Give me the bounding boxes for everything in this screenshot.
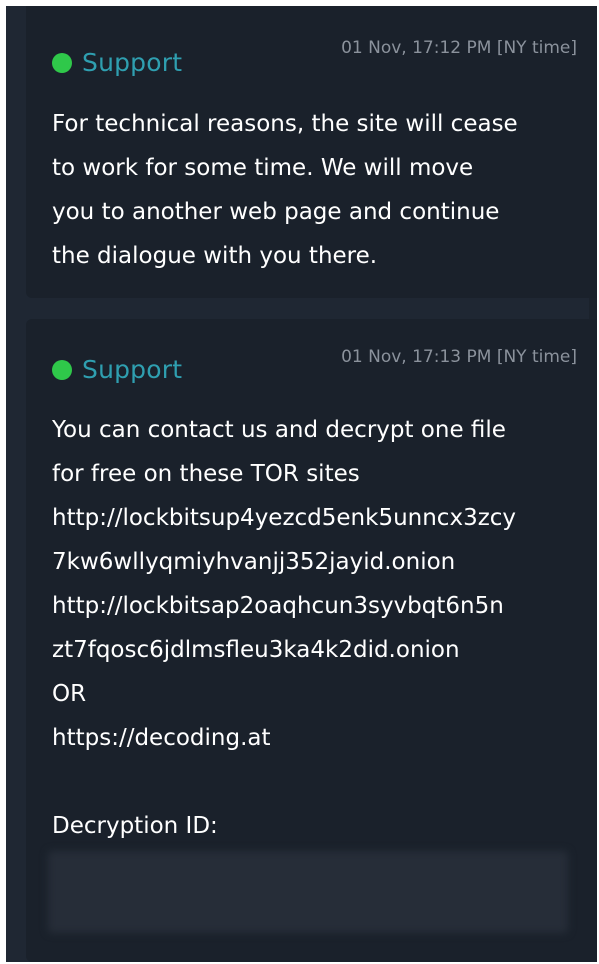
message-timestamp: 01 Nov, 17:13 PM [NY time] (341, 347, 577, 367)
tor-link-line[interactable]: zt7fqosc6jdlmsfleu3ka4k2did.onion (52, 628, 577, 672)
chat-window: Support 01 Nov, 17:12 PM [NY time] For t… (6, 6, 597, 962)
decryption-id-label: Decryption ID: (52, 813, 218, 839)
message-timestamp: 01 Nov, 17:12 PM [NY time] (341, 38, 577, 58)
message-line: OR (52, 681, 87, 707)
message-sender: Support (52, 48, 182, 77)
tor-link-line[interactable]: 7kw6wllyqmiyhvanjj352jayid.onion (52, 540, 577, 584)
message-line: to work for some time. We will move (52, 155, 474, 181)
message-line: you to another web page and continue (52, 199, 500, 225)
redacted-decryption-id (48, 851, 568, 933)
message-line: You can contact us and decrypt one file (52, 417, 506, 443)
tor-link-line[interactable]: http://lockbitsap2oaqhcun3syvbqt6n5n (52, 584, 577, 628)
web-link-line[interactable]: https://decoding.at (52, 716, 577, 760)
online-dot-icon (52, 52, 72, 73)
message-bubble: Support 01 Nov, 17:13 PM [NY time] You c… (26, 319, 597, 962)
online-dot-icon (52, 359, 72, 380)
message-line: For technical reasons, the site will cea… (52, 111, 518, 137)
message-text: You can contact us and decrypt one file … (52, 408, 577, 848)
message-sender: Support (52, 355, 182, 384)
message-text: For technical reasons, the site will cea… (52, 102, 572, 278)
sender-name: Support (82, 355, 183, 384)
sender-name: Support (82, 48, 183, 77)
tor-link-line[interactable]: http://lockbitsup4yezcd5enk5unncx3zcy (52, 496, 577, 540)
message-bubble: Support 01 Nov, 17:12 PM [NY time] For t… (26, 6, 597, 298)
message-line: the dialogue with you there. (52, 243, 378, 269)
message-line: for free on these TOR sites (52, 461, 360, 487)
